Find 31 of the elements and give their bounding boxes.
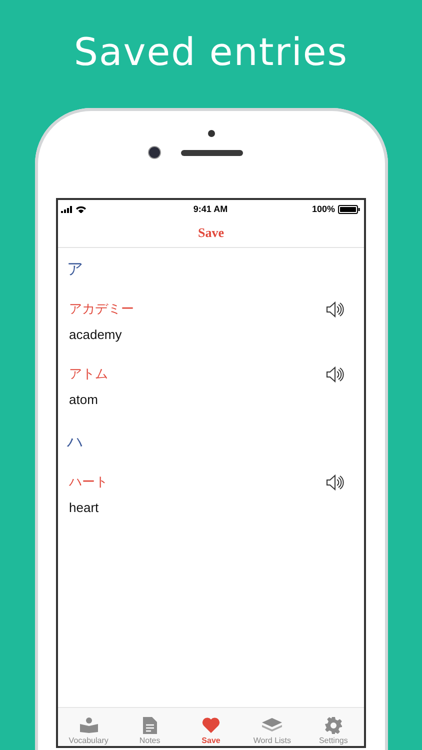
tab[interactable]: Word Lists [242,708,303,746]
sensor-icon [208,130,215,137]
tab[interactable]: Vocabulary [58,708,120,746]
speaker-icon[interactable] [326,474,344,490]
entry-meaning: atom [69,392,98,407]
entry-meaning: heart [69,500,99,515]
entry-word[interactable]: ハート [69,473,108,491]
speaker-grille-icon [181,150,243,156]
section-heading: ア [67,258,83,280]
entry-word[interactable]: アカデミー [69,300,134,318]
settings-icon [324,716,342,734]
status-time: 9:41 AM [193,204,228,214]
camera-icon [149,147,160,158]
tab[interactable]: Settings [302,708,364,746]
tab[interactable]: Notes [119,708,180,746]
wifi-icon [76,206,86,212]
entry-word[interactable]: アトム [69,365,108,383]
tab[interactable]: Save [180,708,242,746]
entry-meaning: academy [69,327,122,342]
speaker-icon[interactable] [326,300,344,318]
document-icon [142,716,157,734]
battery-percent: 100% [312,204,335,214]
nav-title: Save [198,224,224,240]
section-heading: ハ [67,432,83,452]
speaker-icon[interactable] [326,366,344,382]
headline: Saved entries [74,30,348,74]
signal-icon [61,206,73,212]
stack-icon [262,718,282,732]
battery-icon [338,204,360,214]
reading-person-icon [78,717,99,733]
heart-icon [202,717,220,733]
